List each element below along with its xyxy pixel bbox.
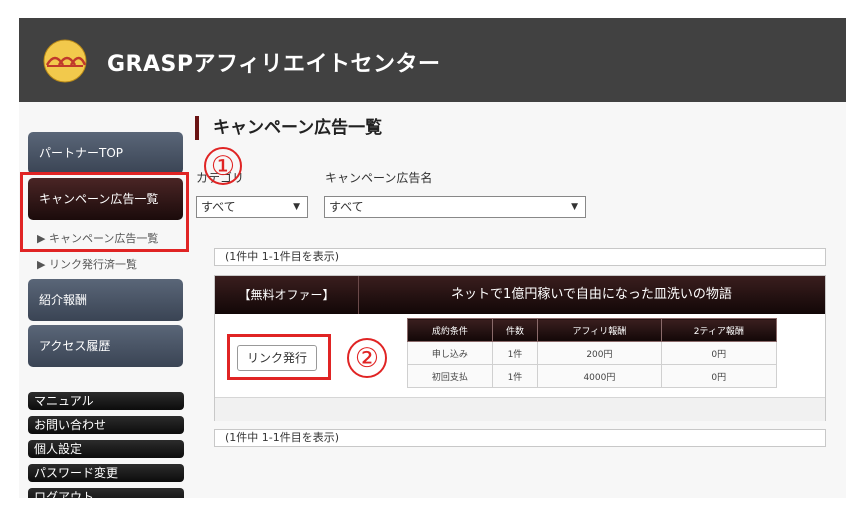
cell-condition: 初回支払 bbox=[407, 364, 493, 388]
cell-condition: 申し込み bbox=[407, 341, 493, 365]
cell-affiliate-reward: 4000円 bbox=[537, 364, 662, 388]
offer-name: ネットで1億円稼いで自由になった皿洗いの物語 bbox=[451, 287, 732, 302]
page-title: キャンペーン広告一覧 bbox=[195, 116, 382, 140]
menu-contact[interactable]: お問い合わせ bbox=[28, 416, 184, 434]
result-count-bottom: (1件中 1-1件目を表示) bbox=[214, 429, 826, 447]
category-select[interactable]: すべて ▼ bbox=[196, 196, 308, 218]
nav-access-history[interactable]: アクセス履歴 bbox=[28, 325, 183, 367]
col-affiliate-reward: アフィリ報酬 bbox=[537, 318, 662, 342]
campaign-name-label: キャンペーン広告名 bbox=[325, 171, 433, 185]
annotation-marker-2: ② bbox=[347, 338, 387, 378]
col-2tier-reward: 2ティア報酬 bbox=[660, 318, 778, 342]
campaign-name-select[interactable]: すべて ▼ bbox=[324, 196, 586, 218]
nav-partner-top[interactable]: パートナーTOP bbox=[28, 132, 183, 174]
table-row: 申し込み 1件 200円 0円 bbox=[407, 341, 778, 365]
col-count: 件数 bbox=[491, 318, 539, 342]
offer-header: 【無料オファー】 ネットで1億円稼いで自由になった皿洗いの物語 bbox=[215, 276, 825, 314]
offer-card: 【無料オファー】 ネットで1億円稼いで自由になった皿洗いの物語 リンク発行 ② … bbox=[214, 275, 826, 421]
annotation-marker-1: ① bbox=[204, 147, 242, 185]
menu-logout[interactable]: ログアウト bbox=[28, 488, 184, 498]
grasp-logo-icon[interactable] bbox=[43, 39, 87, 83]
reward-table-header-row: 成約条件 件数 アフィリ報酬 2ティア報酬 bbox=[407, 318, 778, 342]
result-count-top: (1件中 1-1件目を表示) bbox=[214, 248, 826, 266]
issue-link-button[interactable]: リンク発行 bbox=[237, 345, 317, 371]
caret-down-icon: ▼ bbox=[571, 202, 578, 212]
offer-card-footer bbox=[215, 397, 825, 421]
app-body: パートナーTOP キャンペーン広告一覧 ▶ キャンペーン広告一覧 ▶ リンク発行… bbox=[19, 102, 846, 498]
cell-count: 1件 bbox=[491, 364, 539, 388]
cell-2tier-reward: 0円 bbox=[660, 341, 778, 365]
app-header: GRASPアフィリエイトセンター bbox=[19, 18, 846, 102]
menu-change-password[interactable]: パスワード変更 bbox=[28, 464, 184, 482]
caret-down-icon: ▼ bbox=[293, 202, 300, 212]
sub-nav-issued-links[interactable]: ▶ リンク発行済一覧 bbox=[37, 256, 137, 272]
cell-affiliate-reward: 200円 bbox=[537, 341, 662, 365]
cell-2tier-reward: 0円 bbox=[660, 364, 778, 388]
col-condition: 成約条件 bbox=[407, 318, 493, 342]
app-title: GRASPアフィリエイトセンター bbox=[107, 52, 441, 77]
nav-referral-reward[interactable]: 紹介報酬 bbox=[28, 279, 183, 321]
menu-personal-settings[interactable]: 個人設定 bbox=[28, 440, 184, 458]
highlight-box-1 bbox=[20, 172, 189, 252]
table-row: 初回支払 1件 4000円 0円 bbox=[407, 364, 778, 388]
campaign-select-value: すべて bbox=[329, 200, 364, 214]
cell-count: 1件 bbox=[491, 341, 539, 365]
offer-tag: 【無料オファー】 bbox=[215, 276, 359, 314]
menu-manual[interactable]: マニュアル bbox=[28, 392, 184, 410]
category-select-value: すべて bbox=[201, 200, 236, 214]
reward-table: 成約条件 件数 アフィリ報酬 2ティア報酬 申し込み 1件 200円 0円 初回… bbox=[407, 318, 778, 388]
